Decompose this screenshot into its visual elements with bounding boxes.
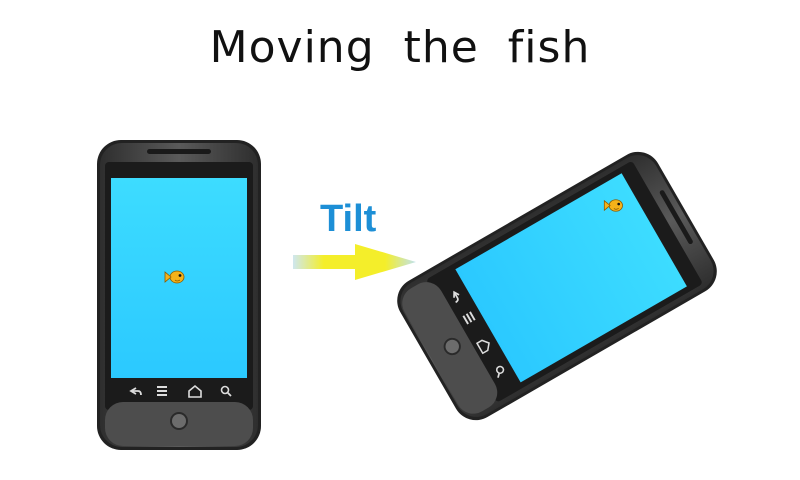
illustration: Moving the fish Tilt bbox=[0, 0, 800, 480]
tilt-label: Tilt bbox=[320, 198, 377, 240]
menu-icon bbox=[157, 386, 167, 396]
illustration-art bbox=[97, 140, 726, 450]
tilt-arrow bbox=[293, 244, 416, 280]
upright-phone bbox=[97, 140, 261, 450]
tilted-phone bbox=[388, 143, 726, 429]
